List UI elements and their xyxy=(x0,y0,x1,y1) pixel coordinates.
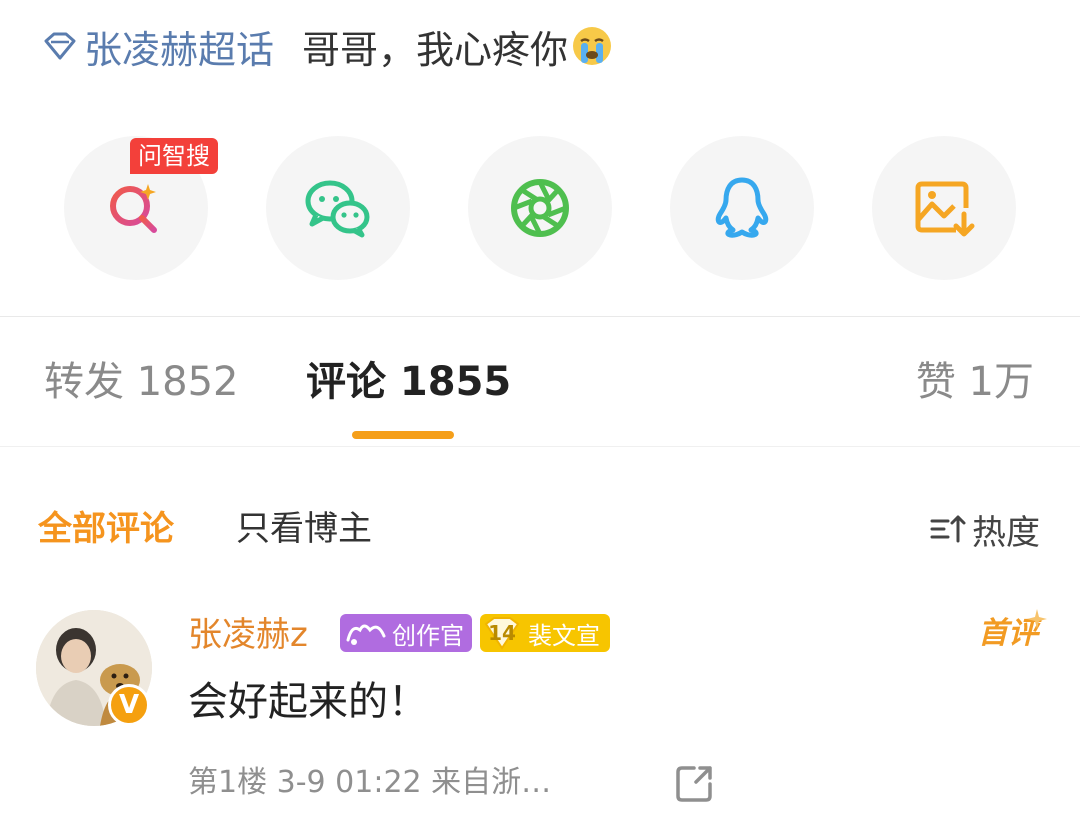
divider xyxy=(0,316,1080,317)
verified-badge-icon: V xyxy=(108,684,150,726)
wechat-share-button[interactable] xyxy=(266,136,410,280)
qq-share-button[interactable] xyxy=(670,136,814,280)
commenter-username[interactable]: 张凌赫z xyxy=(188,610,308,660)
share-arrow-icon xyxy=(676,766,712,802)
moments-share-button[interactable] xyxy=(468,136,612,280)
fan-level-shield: 14 xyxy=(482,616,522,650)
ai-search-badge: 问智搜 xyxy=(130,138,218,174)
supertopic-name: 张凌赫超话 xyxy=(84,27,275,72)
qq-penguin-icon xyxy=(715,177,769,238)
first-comment-tag: 首评 xyxy=(978,609,1047,656)
fan-badge[interactable]: 14 裴文宣 xyxy=(480,614,610,652)
creator-badge[interactable]: 创作官 xyxy=(340,614,472,652)
ai-search-icon xyxy=(110,184,157,233)
moments-aperture-icon xyxy=(511,179,569,237)
save-image-button[interactable] xyxy=(872,136,1016,280)
active-tab-indicator xyxy=(352,431,454,439)
filter-all-comments[interactable]: 全部评论 xyxy=(38,504,174,554)
fan-badge-label: 裴文宣 xyxy=(528,621,600,650)
comment-body: 会好起来的！ xyxy=(188,679,428,725)
divider xyxy=(0,446,1080,447)
wechat-icon xyxy=(305,180,370,238)
tab-likes[interactable]: 赞 1万 xyxy=(916,352,1034,412)
comment-meta: 第1楼 3-9 01:22 来自浙… xyxy=(188,765,552,800)
save-image-icon xyxy=(915,181,975,237)
tab-reposts[interactable]: 转发 1852 xyxy=(44,352,239,412)
creator-badge-label: 创作官 xyxy=(392,621,464,650)
sort-label: 热度 xyxy=(972,512,1040,553)
sparkle-icon xyxy=(1027,609,1047,629)
post-body: 哥哥，我心疼你 xyxy=(302,27,569,72)
share-options: 问智搜 xyxy=(0,136,1080,286)
crying-face-icon xyxy=(570,24,614,68)
sort-by-heat-button[interactable]: 热度 xyxy=(928,504,1040,554)
tab-comments[interactable]: 评论 1855 xyxy=(306,352,511,412)
filter-author-only[interactable]: 只看博主 xyxy=(236,504,372,554)
creator-badge-icon xyxy=(344,618,390,648)
supertopic-diamond-icon xyxy=(40,26,80,66)
sort-icon xyxy=(928,509,968,549)
fan-level-number: 14 xyxy=(488,621,516,645)
weibo-post-detail: 张凌赫超话 哥哥，我心疼你 问智搜 转发 1852 评论 1855 赞 1万 全… xyxy=(0,0,1080,830)
supertopic-link[interactable]: 张凌赫超话 xyxy=(40,19,274,74)
share-comment-button[interactable] xyxy=(672,762,716,806)
post-text-line: 张凌赫超话 哥哥，我心疼你 xyxy=(40,18,614,74)
